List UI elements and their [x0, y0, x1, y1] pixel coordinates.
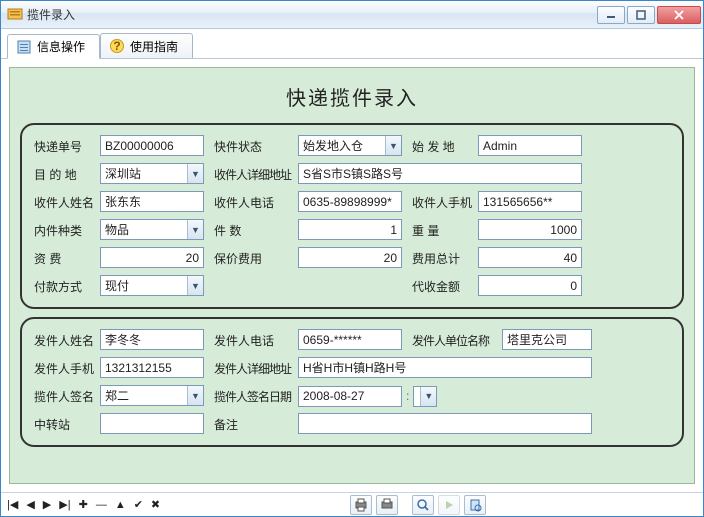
tab-info-label: 信息操作: [37, 38, 85, 55]
recv-mob-label: 收件人手机: [412, 191, 468, 213]
titlebar: 揽件录入: [1, 1, 703, 29]
weight-label: 重 量: [412, 219, 468, 241]
status-select[interactable]: 始发地入仓▼: [298, 135, 402, 157]
recv-tel-label: 收件人电话: [214, 191, 288, 213]
nav-prev-button[interactable]: ◀: [26, 498, 34, 511]
search-button[interactable]: [412, 495, 434, 515]
window-title: 揽件录入: [27, 6, 595, 23]
date-picker-button[interactable]: ▼: [413, 386, 437, 407]
date-label: 揽件人签名日期: [214, 385, 288, 407]
nav-delete-button[interactable]: —: [96, 499, 107, 511]
panel-title: 快递揽件录入: [20, 82, 684, 111]
content-area: 快递揽件录入 快递单号 BZ00000006 快件状态 始发地入仓▼ 始 发 地…: [1, 59, 703, 492]
tracking-no-label: 快递单号: [34, 135, 90, 157]
tracking-no-input[interactable]: BZ00000006: [100, 135, 204, 156]
svg-text:?: ?: [113, 39, 120, 53]
origin-label: 始 发 地: [412, 135, 468, 157]
print-preview-button[interactable]: [376, 495, 398, 515]
tab-help-label: 使用指南: [130, 38, 178, 55]
record-nav: |◀ ◀ ▶ ▶| ✚ — ▲ ✔ ✖: [7, 498, 160, 511]
tab-help[interactable]: ? 使用指南: [100, 33, 193, 58]
sname-input[interactable]: 李冬冬: [100, 329, 204, 350]
stel-input[interactable]: 0659-******: [298, 329, 402, 350]
total-input[interactable]: 40: [478, 247, 582, 268]
toolbar: |◀ ◀ ▶ ▶| ✚ — ▲ ✔ ✖: [1, 492, 703, 516]
pay-select[interactable]: 现付▼: [100, 275, 204, 297]
cod-label: 代收金额: [412, 275, 468, 297]
print-button[interactable]: [350, 495, 372, 515]
help-tab-icon: ?: [109, 38, 125, 54]
remark-input[interactable]: [298, 413, 592, 434]
cod-input[interactable]: 0: [478, 275, 582, 296]
qty-input[interactable]: 1: [298, 219, 402, 240]
close-button[interactable]: [657, 6, 701, 24]
nav-edit-button[interactable]: ▲: [115, 499, 126, 511]
smob-input[interactable]: 1321312155: [100, 357, 204, 378]
recv-mob-input[interactable]: 131565656**: [478, 191, 582, 212]
total-label: 费用总计: [412, 247, 468, 269]
toolbar-actions: [350, 495, 486, 515]
nav-cancel-button[interactable]: ✖: [151, 498, 160, 511]
weight-input[interactable]: 1000: [478, 219, 582, 240]
recipient-group: 快递单号 BZ00000006 快件状态 始发地入仓▼ 始 发 地 Admin …: [20, 123, 684, 309]
chevron-down-icon: ▼: [385, 136, 401, 155]
app-icon: [7, 7, 23, 23]
nav-next-button[interactable]: ▶: [43, 498, 51, 511]
nav-confirm-button[interactable]: ✔: [134, 498, 143, 511]
recv-addr-label: 收件人详细地址: [214, 163, 288, 185]
play-button[interactable]: [438, 495, 460, 515]
dest-select[interactable]: 深圳站▼: [100, 163, 204, 185]
ins-label: 保价费用: [214, 247, 288, 269]
recv-tel-input[interactable]: 0635-89898999*: [298, 191, 402, 212]
stel-label: 发件人电话: [214, 329, 288, 351]
filter-button[interactable]: [464, 495, 486, 515]
pay-label: 付款方式: [34, 275, 90, 297]
saddr-label: 发件人详细地址: [214, 357, 288, 379]
chevron-down-icon: ▼: [420, 387, 436, 406]
sign-label: 揽件人签名: [34, 385, 90, 407]
form-panel: 快递揽件录入 快递单号 BZ00000006 快件状态 始发地入仓▼ 始 发 地…: [9, 67, 695, 484]
dest-label: 目 的 地: [34, 163, 90, 185]
nav-first-button[interactable]: |◀: [7, 498, 18, 511]
smob-label: 发件人手机: [34, 357, 90, 379]
date-input[interactable]: 2008-08-27: [298, 386, 402, 407]
fee-label: 资 费: [34, 247, 90, 269]
sign-select[interactable]: 郑二▼: [100, 385, 204, 407]
transfer-label: 中转站: [34, 413, 90, 435]
chevron-down-icon: ▼: [187, 164, 203, 183]
date-wrap: 2008-08-27 : ▼: [298, 385, 592, 407]
nav-add-button[interactable]: ✚: [79, 498, 88, 511]
scomp-label: 发件人单位名称: [412, 329, 492, 351]
date-colon: :: [406, 389, 409, 403]
nav-last-button[interactable]: ▶|: [59, 498, 70, 511]
kind-label: 内件种类: [34, 219, 90, 241]
status-label: 快件状态: [214, 135, 288, 157]
minimize-button[interactable]: [597, 6, 625, 24]
origin-input[interactable]: Admin: [478, 135, 582, 156]
saddr-input[interactable]: H省H市H镇H路H号: [298, 357, 592, 378]
ins-input[interactable]: 20: [298, 247, 402, 268]
chevron-down-icon: ▼: [187, 386, 203, 405]
recv-name-input[interactable]: 张东东: [100, 191, 204, 212]
transfer-input[interactable]: [100, 413, 204, 434]
sender-group: 发件人姓名 李冬冬 发件人电话 0659-****** 发件人单位名称 塔里克公…: [20, 317, 684, 447]
chevron-down-icon: ▼: [187, 220, 203, 239]
recv-name-label: 收件人姓名: [34, 191, 90, 213]
info-tab-icon: [16, 39, 32, 55]
qty-label: 件 数: [214, 219, 288, 241]
kind-select[interactable]: 物品▼: [100, 219, 204, 241]
maximize-button[interactable]: [627, 6, 655, 24]
chevron-down-icon: ▼: [187, 276, 203, 295]
remark-label: 备注: [214, 413, 288, 435]
tab-bar: 信息操作 ? 使用指南: [1, 29, 703, 59]
window: 揽件录入 信息操作 ? 使用指南 快递揽件录入 快递单号 BZ00000006 …: [0, 0, 704, 517]
scomp-input[interactable]: 塔里克公司: [502, 329, 592, 350]
recv-addr-input[interactable]: S省S市S镇S路S号: [298, 163, 582, 184]
fee-input[interactable]: 20: [100, 247, 204, 268]
sname-label: 发件人姓名: [34, 329, 90, 351]
tab-info[interactable]: 信息操作: [7, 34, 100, 59]
